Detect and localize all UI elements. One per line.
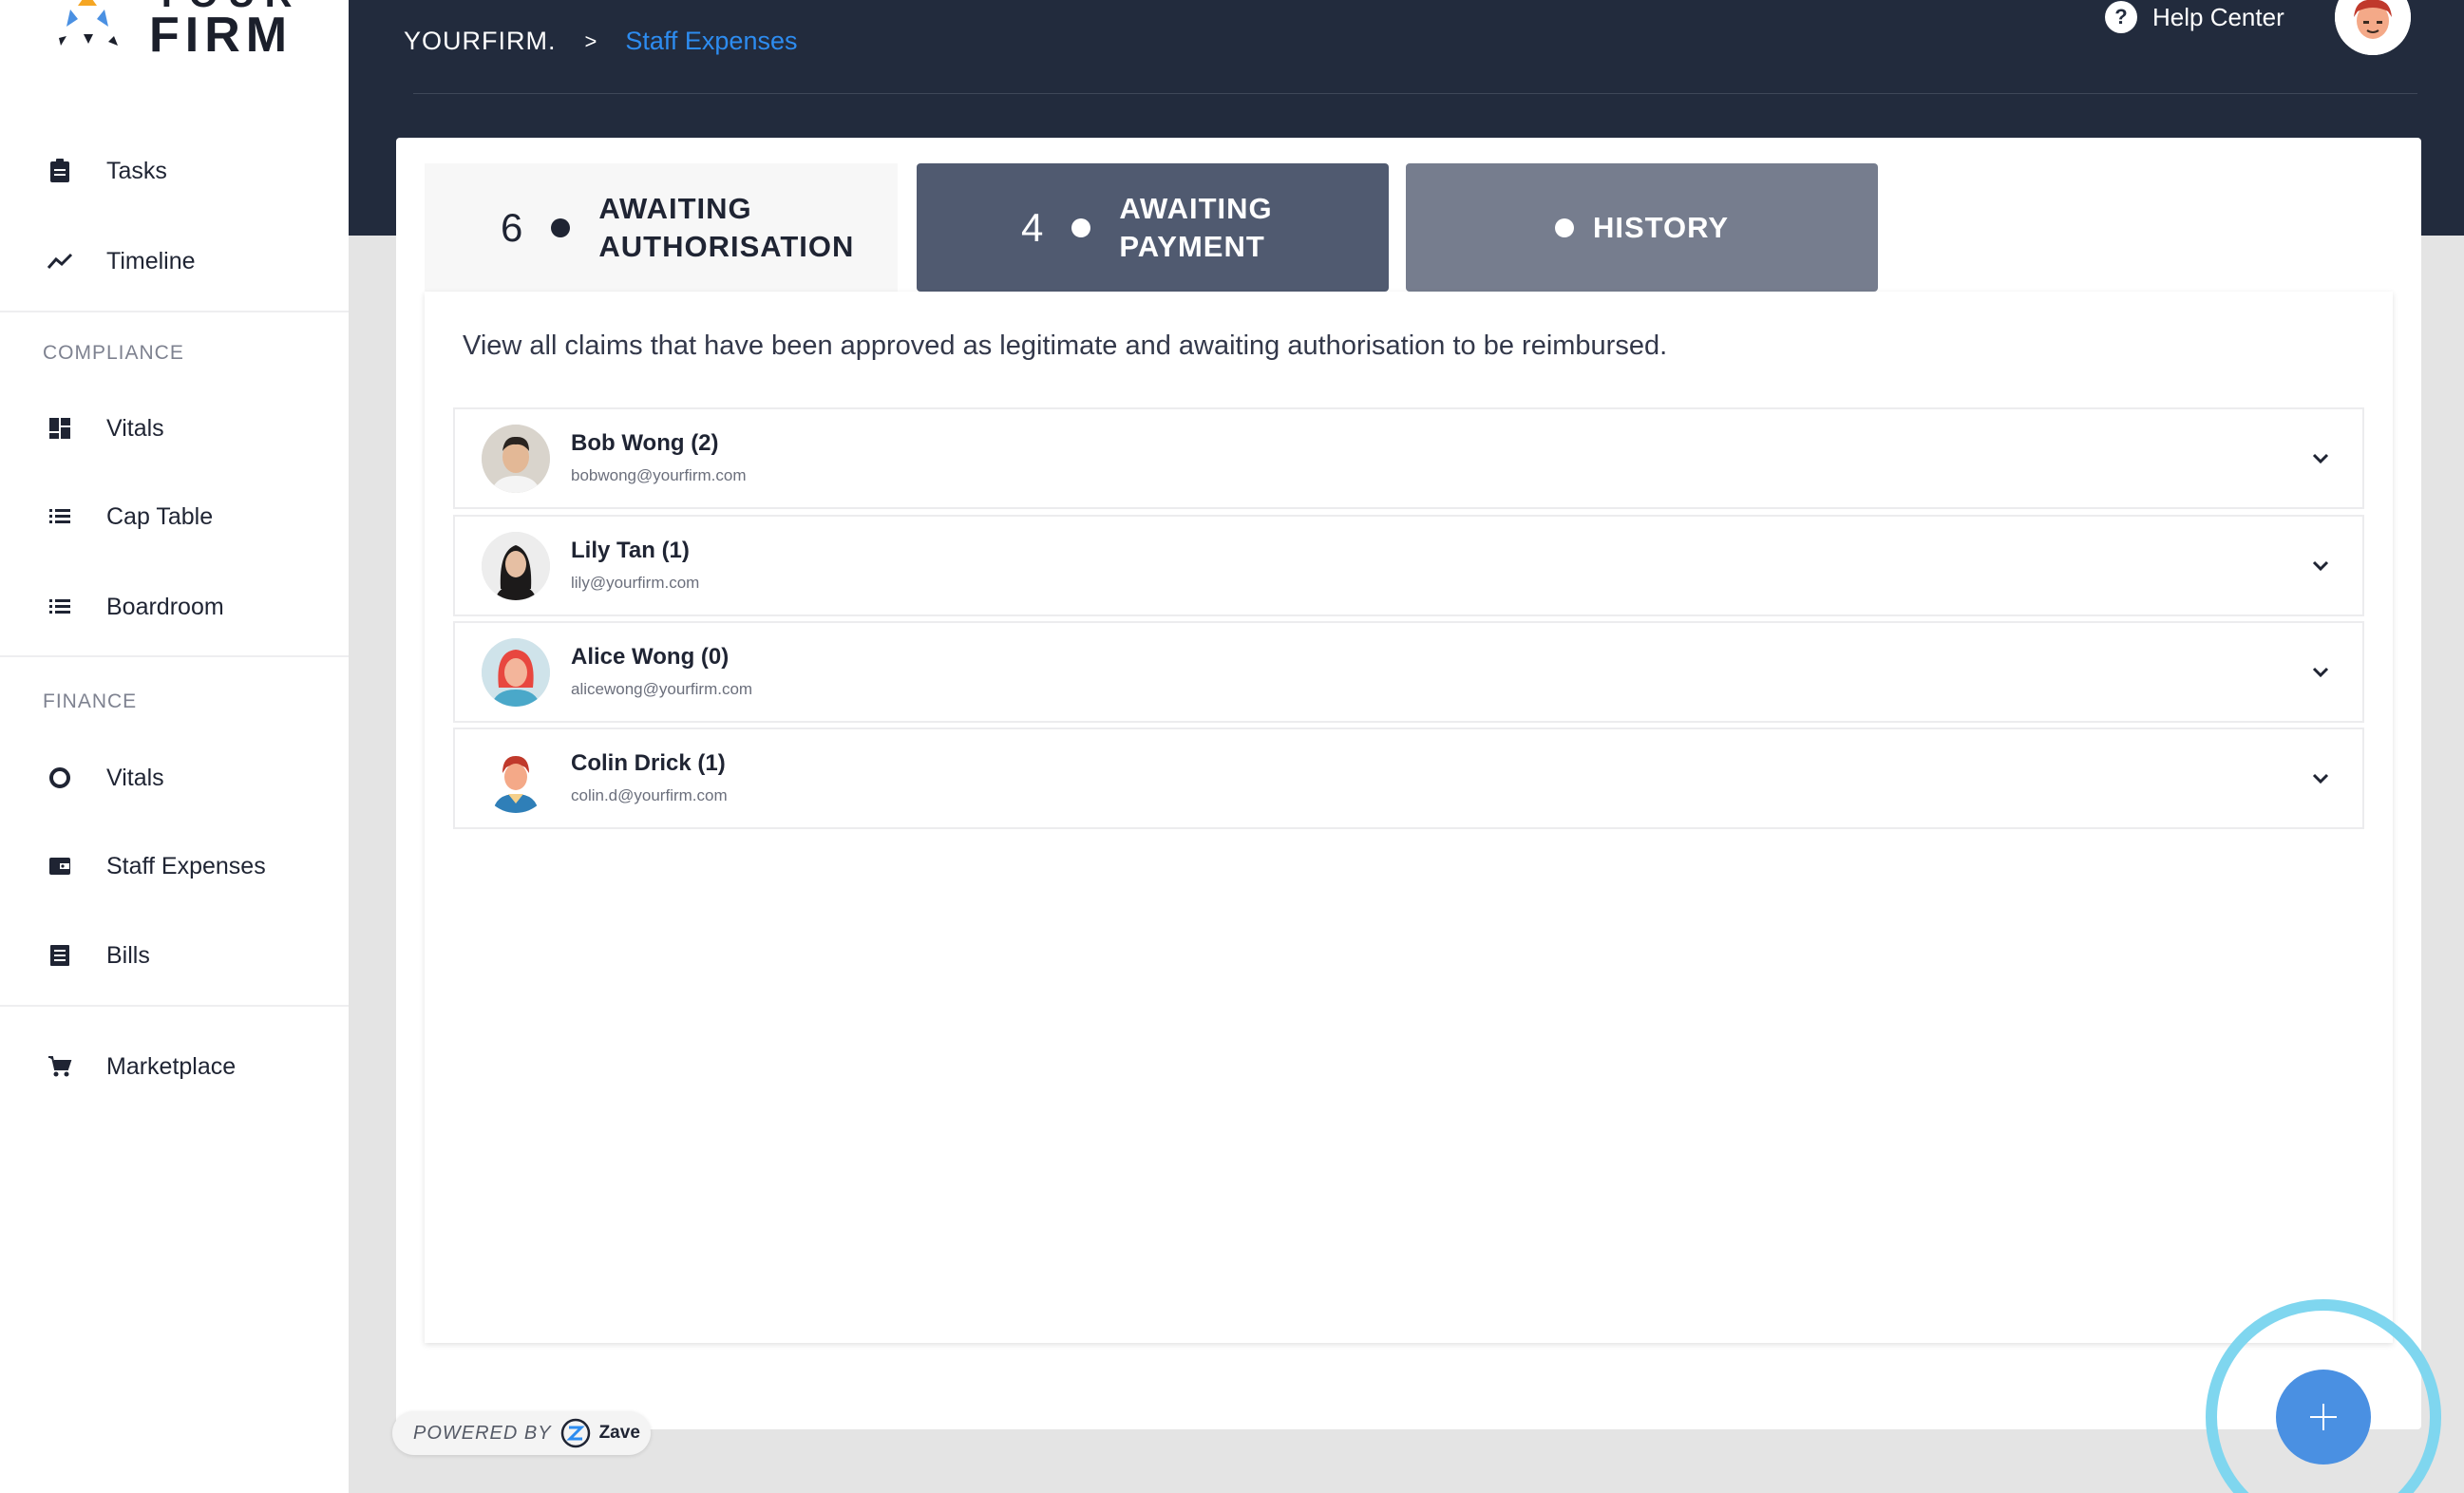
cart-icon <box>46 1052 74 1081</box>
dashboard-icon <box>46 414 74 443</box>
chevron-down-icon[interactable] <box>2307 659 2334 686</box>
tab-awaiting-authorisation[interactable]: 6 AWAITING AUTHORISATION <box>425 163 898 292</box>
tab-count: 4 <box>1021 204 1044 250</box>
claimant-name: Alice Wong (0) <box>571 644 730 670</box>
powered-by-badge[interactable]: POWERED BY Zave <box>392 1411 651 1455</box>
sidebar-item-label: Vitals <box>106 764 164 791</box>
breadcrumb: YOURFIRM. > Staff Expenses <box>404 27 797 56</box>
tab-dot <box>1554 217 1574 237</box>
brand-logo[interactable]: YOUR FIRM <box>49 0 325 66</box>
tab-awaiting-payment[interactable]: 4 AWAITING PAYMENT <box>917 163 1389 292</box>
sidebar-divider <box>0 655 349 657</box>
tab-dot <box>1071 217 1091 237</box>
claimant-email: lily@yourfirm.com <box>571 574 700 592</box>
breadcrumb-root-link[interactable]: YOURFIRM. <box>404 27 557 56</box>
sidebar-item-marketplace[interactable]: Marketplace <box>0 1038 349 1095</box>
question-icon: ? <box>2105 1 2137 33</box>
claimant-email: colin.d@yourfirm.com <box>571 786 728 804</box>
avatar <box>482 531 550 600</box>
sidebar-item-label: Vitals <box>106 414 164 442</box>
plus-icon <box>2310 1404 2337 1430</box>
sidebar-item-label: Timeline <box>106 247 196 274</box>
list-icon <box>46 593 74 621</box>
sidebar: YOUR FIRM Tasks Timeline COMPLIANCE Vita… <box>0 0 349 1493</box>
tab-count: 6 <box>501 204 523 250</box>
section-title-finance: FINANCE <box>43 690 138 712</box>
header-divider <box>413 93 2417 94</box>
trend-icon <box>46 247 74 275</box>
list-icon <box>46 502 74 531</box>
chevron-down-icon[interactable] <box>2307 765 2334 792</box>
sidebar-item-boardroom[interactable]: Boardroom <box>0 578 349 635</box>
provider-name: Zave <box>598 1423 640 1443</box>
zave-logo-icon <box>560 1418 590 1448</box>
claimant-name: Bob Wong (2) <box>571 430 719 456</box>
tab-history[interactable]: HISTORY <box>1406 163 1878 292</box>
help-center-label: Help Center <box>2152 2 2284 31</box>
section-title-compliance: COMPLIANCE <box>43 342 184 364</box>
chevron-down-icon[interactable] <box>2307 553 2334 579</box>
sidebar-item-label: Staff Expenses <box>106 852 266 879</box>
breadcrumb-separator: > <box>584 28 597 53</box>
logo-mark-icon <box>59 0 118 46</box>
clipboard-icon <box>46 157 74 185</box>
claim-row[interactable]: Lily Tan (1) lily@yourfirm.com <box>453 515 2364 616</box>
claim-row[interactable]: Colin Drick (1) colin.d@yourfirm.com <box>453 728 2364 829</box>
sidebar-divider <box>0 311 349 312</box>
claimant-email: alicewong@yourfirm.com <box>571 680 753 698</box>
sidebar-item-staff-expenses[interactable]: Staff Expenses <box>0 838 349 895</box>
sidebar-divider <box>0 1005 349 1007</box>
breadcrumb-current-link[interactable]: Staff Expenses <box>625 27 797 56</box>
sidebar-item-tasks[interactable]: Tasks <box>0 142 349 199</box>
wallet-icon <box>46 852 74 880</box>
tab-label: HISTORY <box>1592 210 1730 244</box>
chevron-down-icon[interactable] <box>2307 445 2334 472</box>
claimant-email: bobwong@yourfirm.com <box>571 466 747 484</box>
sidebar-item-finance-vitals[interactable]: Vitals <box>0 749 349 806</box>
add-claim-button[interactable] <box>2276 1370 2371 1465</box>
sidebar-item-label: Tasks <box>106 157 167 184</box>
avatar <box>482 424 550 493</box>
document-icon <box>46 941 74 970</box>
logo-wordmark: FIRM <box>149 8 294 63</box>
tab-label: AWAITING AUTHORISATION <box>598 191 855 263</box>
donut-icon <box>46 764 74 792</box>
sidebar-item-label: Cap Table <box>106 502 214 530</box>
claim-row[interactable]: Alice Wong (0) alicewong@yourfirm.com <box>453 621 2364 723</box>
powered-by-label: POWERED BY <box>413 1422 552 1444</box>
avatar <box>482 744 550 813</box>
tab-dot <box>551 217 571 237</box>
help-center-button[interactable]: ? Help Center <box>2105 0 2284 34</box>
sidebar-item-label: Marketplace <box>106 1052 237 1080</box>
sidebar-item-label: Bills <box>106 941 150 969</box>
sidebar-item-timeline[interactable]: Timeline <box>0 233 349 290</box>
sidebar-item-label: Boardroom <box>106 593 224 620</box>
tab-label: AWAITING PAYMENT <box>1119 191 1273 263</box>
sidebar-item-cap-table[interactable]: Cap Table <box>0 488 349 545</box>
claim-row[interactable]: Bob Wong (2) bobwong@yourfirm.com <box>453 407 2364 509</box>
sidebar-item-bills[interactable]: Bills <box>0 927 349 984</box>
panel-description: View all claims that have been approved … <box>463 331 1668 361</box>
sidebar-item-compliance-vitals[interactable]: Vitals <box>0 400 349 457</box>
claimant-name: Colin Drick (1) <box>571 750 726 776</box>
claimant-name: Lily Tan (1) <box>571 538 690 563</box>
avatar <box>482 637 550 707</box>
